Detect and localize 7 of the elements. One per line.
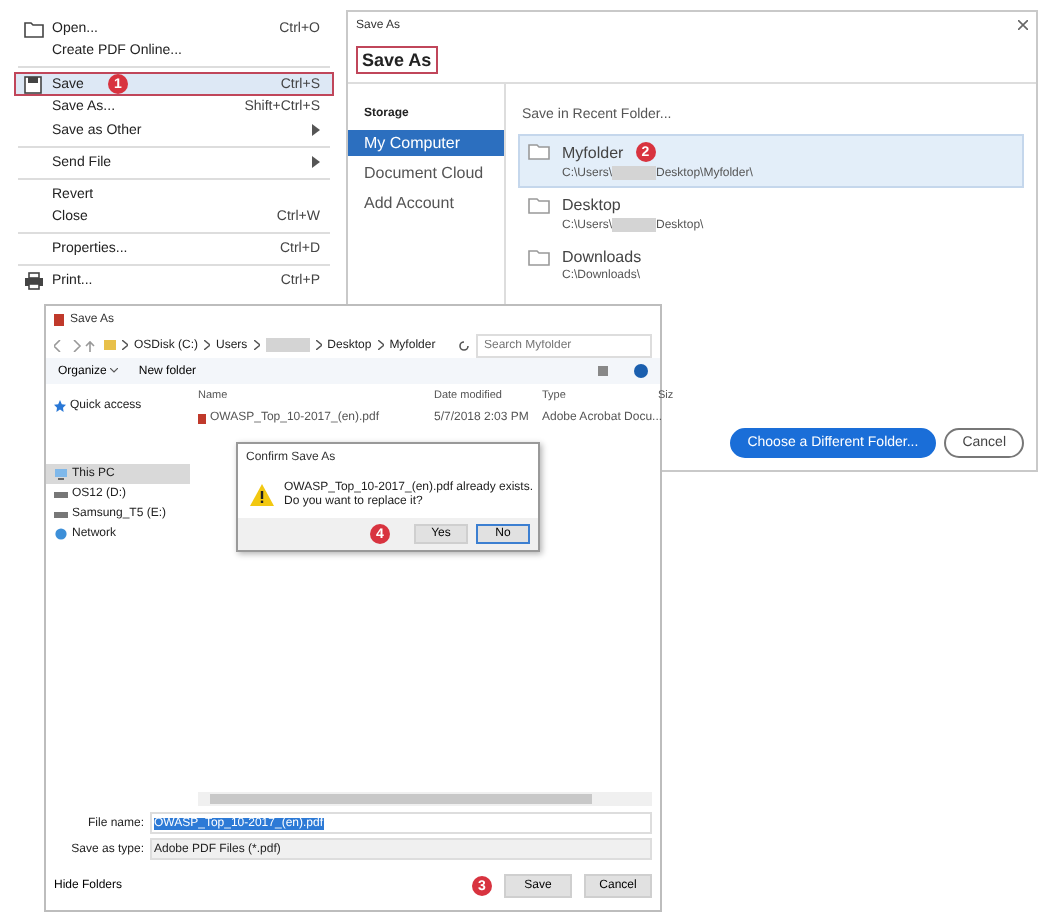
folder-name: Desktop — [562, 196, 621, 214]
storage-item[interactable]: Add Account — [348, 190, 504, 216]
folder-name: Downloads — [562, 248, 642, 266]
dialog-heading: Save As — [356, 46, 438, 74]
storage-item[interactable]: My Computer — [348, 130, 504, 156]
storage-item[interactable]: Document Cloud — [348, 160, 504, 186]
folder-name: Myfolder — [562, 143, 624, 161]
